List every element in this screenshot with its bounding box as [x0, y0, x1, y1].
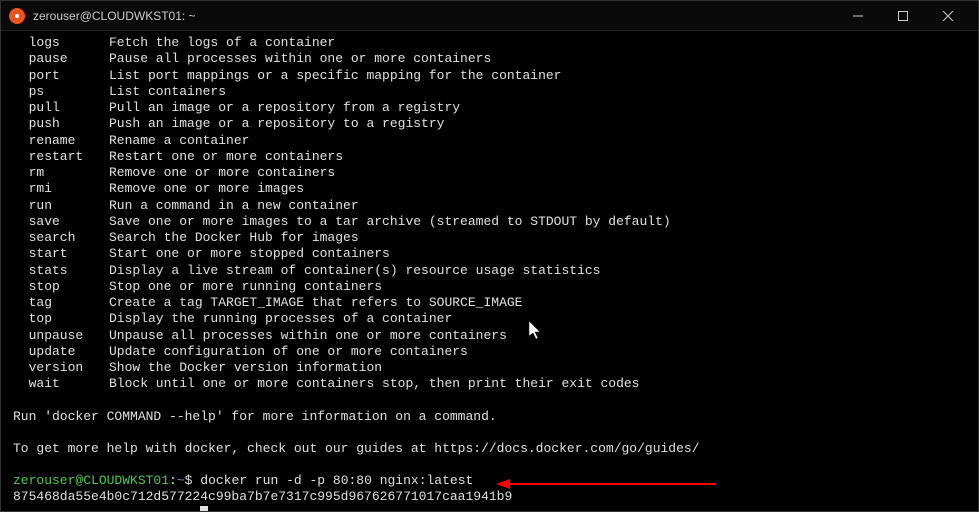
command-description: Rename a container	[109, 133, 966, 149]
command-description: Pull an image or a repository from a reg…	[109, 100, 966, 116]
prompt-path: ~	[177, 510, 185, 512]
prompt-path: ~	[177, 473, 185, 489]
command-name: rename	[13, 133, 109, 149]
prompt-dollar: $	[185, 473, 201, 489]
blank-line	[13, 457, 966, 473]
command-row: runRun a command in a new container	[13, 198, 966, 214]
command-row: pausePause all processes within one or m…	[13, 51, 966, 67]
command-row: pullPull an image or a repository from a…	[13, 100, 966, 116]
command-name: rm	[13, 165, 109, 181]
prompt-colon: :	[169, 473, 177, 489]
command-name: stats	[13, 263, 109, 279]
terminal-content[interactable]: logsFetch the logs of a container pauseP…	[1, 31, 978, 511]
command-row: statsDisplay a live stream of container(…	[13, 263, 966, 279]
prompt-colon: :	[169, 510, 177, 512]
entered-command: docker run -d -p 80:80 nginx:latest	[200, 473, 473, 489]
prompt-user: zerouser@CLOUDWKST01	[13, 473, 169, 489]
command-row: stopStop one or more running containers	[13, 279, 966, 295]
command-description: Unpause all processes within one or more…	[109, 328, 966, 344]
command-row: updateUpdate configuration of one or mor…	[13, 344, 966, 360]
command-description: Start one or more stopped containers	[109, 246, 966, 262]
blank-line	[13, 393, 966, 409]
command-description: Show the Docker version information	[109, 360, 966, 376]
command-description: Remove one or more containers	[109, 165, 966, 181]
command-list: logsFetch the logs of a container pauseP…	[13, 35, 966, 393]
command-row: renameRename a container	[13, 133, 966, 149]
command-description: Create a tag TARGET_IMAGE that refers to…	[109, 295, 966, 311]
prompt-dollar: $	[185, 510, 201, 512]
command-name: wait	[13, 376, 109, 392]
command-row: tagCreate a tag TARGET_IMAGE that refers…	[13, 295, 966, 311]
command-name: ps	[13, 84, 109, 100]
maximize-icon	[898, 11, 908, 21]
command-name: rmi	[13, 181, 109, 197]
command-name: top	[13, 311, 109, 327]
maximize-button[interactable]	[880, 1, 925, 31]
close-icon	[943, 11, 953, 21]
command-name: pause	[13, 51, 109, 67]
command-name: stop	[13, 279, 109, 295]
close-button[interactable]	[925, 1, 970, 31]
prompt-line-1: zerouser@CLOUDWKST01:~$ docker run -d -p…	[13, 473, 966, 489]
help-text-1: Run 'docker COMMAND --help' for more inf…	[13, 409, 966, 425]
command-row: startStart one or more stopped container…	[13, 246, 966, 262]
ubuntu-icon	[9, 8, 25, 24]
command-name: start	[13, 246, 109, 262]
command-name: tag	[13, 295, 109, 311]
minimize-icon	[853, 11, 863, 21]
prompt-line-2: zerouser@CLOUDWKST01:~$	[13, 506, 966, 512]
command-row: pushPush an image or a repository to a r…	[13, 116, 966, 132]
terminal-window: zerouser@CLOUDWKST01: ~ logsFetch the lo…	[0, 0, 979, 512]
titlebar: zerouser@CLOUDWKST01: ~	[1, 1, 978, 31]
command-description: Fetch the logs of a container	[109, 35, 966, 51]
command-name: pull	[13, 100, 109, 116]
command-row: restartRestart one or more containers	[13, 149, 966, 165]
command-description: Push an image or a repository to a regis…	[109, 116, 966, 132]
command-name: push	[13, 116, 109, 132]
command-description: Display a live stream of container(s) re…	[109, 263, 966, 279]
command-name: restart	[13, 149, 109, 165]
command-description: List port mappings or a specific mapping…	[109, 68, 966, 84]
command-description: Pause all processes within one or more c…	[109, 51, 966, 67]
command-row: rmRemove one or more containers	[13, 165, 966, 181]
command-name: logs	[13, 35, 109, 51]
command-description: Block until one or more containers stop,…	[109, 376, 966, 392]
minimize-button[interactable]	[835, 1, 880, 31]
command-name: save	[13, 214, 109, 230]
command-description: Search the Docker Hub for images	[109, 230, 966, 246]
command-row: versionShow the Docker version informati…	[13, 360, 966, 376]
command-row: rmiRemove one or more images	[13, 181, 966, 197]
command-description: Display the running processes of a conta…	[109, 311, 966, 327]
command-row: logsFetch the logs of a container	[13, 35, 966, 51]
command-row: searchSearch the Docker Hub for images	[13, 230, 966, 246]
command-name: run	[13, 198, 109, 214]
command-description: Restart one or more containers	[109, 149, 966, 165]
command-row: psList containers	[13, 84, 966, 100]
command-name: search	[13, 230, 109, 246]
command-row: topDisplay the running processes of a co…	[13, 311, 966, 327]
command-row: waitBlock until one or more containers s…	[13, 376, 966, 392]
window-title: zerouser@CLOUDWKST01: ~	[33, 9, 835, 23]
command-row: portList port mappings or a specific map…	[13, 68, 966, 84]
command-description: Run a command in a new container	[109, 198, 966, 214]
cursor	[200, 506, 208, 512]
command-row: saveSave one or more images to a tar arc…	[13, 214, 966, 230]
prompt-user: zerouser@CLOUDWKST01	[13, 510, 169, 512]
command-output: 875468da55e4b0c712d577224c99ba7b7e7317c9…	[13, 489, 966, 505]
command-name: port	[13, 68, 109, 84]
window-controls	[835, 1, 970, 31]
command-description: Update configuration of one or more cont…	[109, 344, 966, 360]
command-description: Save one or more images to a tar archive…	[109, 214, 966, 230]
command-description: List containers	[109, 84, 966, 100]
command-row: unpauseUnpause all processes within one …	[13, 328, 966, 344]
command-name: unpause	[13, 328, 109, 344]
help-text-2: To get more help with docker, check out …	[13, 441, 966, 457]
command-name: update	[13, 344, 109, 360]
blank-line	[13, 425, 966, 441]
command-name: version	[13, 360, 109, 376]
command-description: Stop one or more running containers	[109, 279, 966, 295]
command-description: Remove one or more images	[109, 181, 966, 197]
